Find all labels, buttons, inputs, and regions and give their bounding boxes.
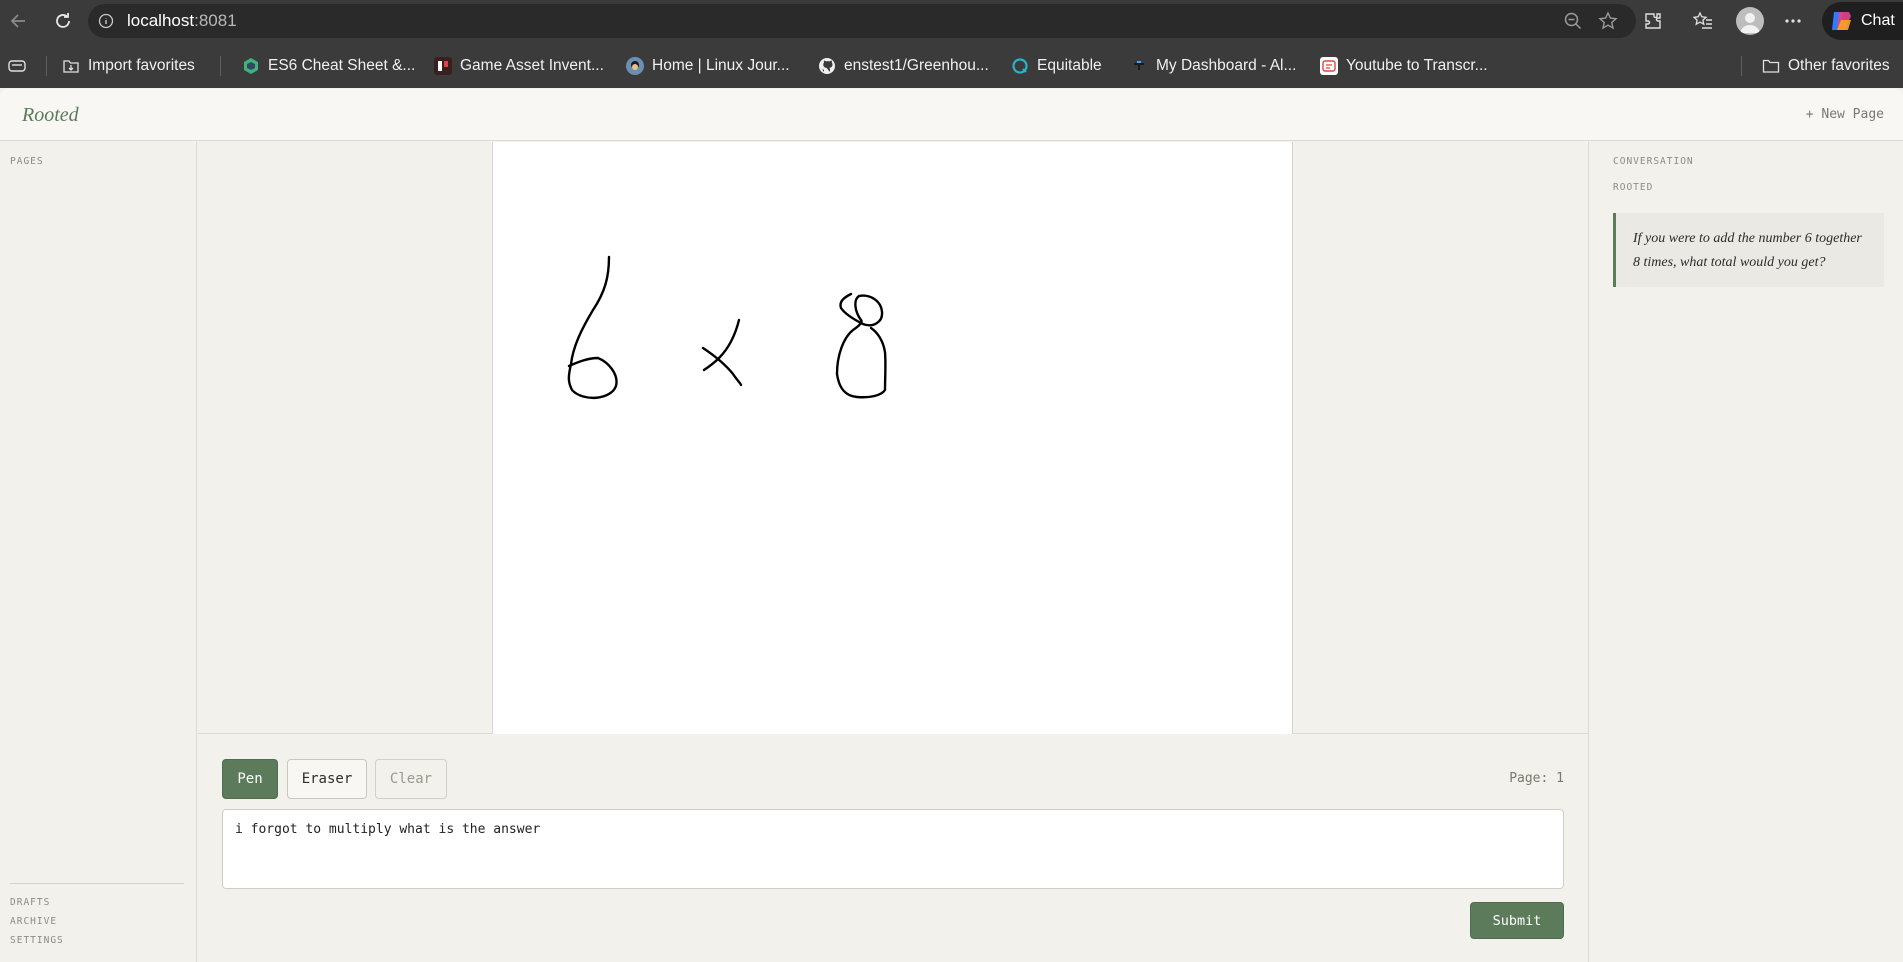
page-indicator: Page: 1 xyxy=(1509,771,1564,786)
conversation-label: CONVERSATION xyxy=(1613,156,1694,167)
pen-tool-button[interactable]: Pen xyxy=(222,759,278,799)
app-brand: Rooted xyxy=(22,104,79,126)
new-page-button[interactable]: + New Page xyxy=(1806,107,1884,122)
bookmark-game-asset-inventory[interactable]: Game Asset Invent... xyxy=(434,54,604,78)
bookmark-youtube-to-transcript[interactable]: Youtube to Transcr... xyxy=(1320,54,1488,78)
tools-panel: Pen Eraser Clear Page: 1 i forgot to mul… xyxy=(198,735,1588,962)
handwritten-six xyxy=(567,255,618,399)
app-window: Rooted + New Page PAGES DRAFTS ARCHIVE S… xyxy=(0,89,1903,962)
profile-avatar[interactable] xyxy=(1736,7,1764,35)
app-header: Rooted + New Page xyxy=(0,89,1903,141)
handwritten-eight xyxy=(835,292,887,399)
address-row: localhost:8081 Chat xyxy=(0,0,1903,42)
sidebar-item-archive[interactable]: ARCHIVE xyxy=(10,916,57,927)
equitable-favicon xyxy=(1011,57,1029,75)
sidebar-divider xyxy=(10,883,184,884)
bookmark-my-dashboard[interactable]: My Dashboard - Al... xyxy=(1130,54,1296,78)
pages-sidebar: PAGES DRAFTS ARCHIVE SETTINGS xyxy=(0,142,197,962)
canvas-area xyxy=(198,142,1588,734)
favorites-list-icon[interactable] xyxy=(1691,9,1715,33)
submit-button[interactable]: Submit xyxy=(1470,902,1564,939)
site-info-icon[interactable] xyxy=(98,13,114,34)
address-bar[interactable] xyxy=(88,4,1636,38)
assistant-message: If you were to add the number 6 together… xyxy=(1613,213,1884,287)
favorite-star-icon[interactable] xyxy=(1596,9,1620,33)
user-icon xyxy=(1740,13,1760,33)
browser-chrome: localhost:8081 Chat Import favorites ES6… xyxy=(0,0,1903,88)
pages-label: PAGES xyxy=(10,156,44,167)
bookmark-github-greenhouse[interactable]: enstest1/Greenhou... xyxy=(818,54,989,78)
linux-journal-favicon xyxy=(626,57,644,75)
bookmark-separator xyxy=(46,56,47,76)
copilot-chat-button[interactable]: Chat xyxy=(1822,2,1903,40)
dashboard-favicon xyxy=(1130,57,1148,75)
more-menu-icon[interactable] xyxy=(1781,9,1805,33)
bookmark-other-favorites[interactable]: Other favorites xyxy=(1762,54,1890,78)
zoom-out-icon[interactable] xyxy=(1561,9,1585,33)
back-arrow-icon xyxy=(10,14,25,28)
bookmark-separator xyxy=(1741,56,1742,76)
speaker-label: ROOTED xyxy=(1613,182,1654,193)
refresh-button[interactable] xyxy=(50,8,76,34)
handwriting-strokes xyxy=(567,255,887,399)
github-icon xyxy=(818,57,836,75)
bookmark-linux-journal[interactable]: Home | Linux Jour... xyxy=(626,54,790,78)
game-asset-favicon xyxy=(434,57,452,75)
tab-actions-icon[interactable] xyxy=(6,55,28,77)
bookmark-equitable[interactable]: Equitable xyxy=(1011,54,1102,78)
refresh-icon xyxy=(56,13,70,28)
bookmark-separator xyxy=(220,56,221,76)
prompt-input[interactable]: i forgot to multiply what is the answer xyxy=(222,809,1564,889)
drawing-canvas[interactable] xyxy=(492,142,1293,734)
conversation-panel: CONVERSATION ROOTED If you were to add t… xyxy=(1588,142,1903,962)
extensions-icon[interactable] xyxy=(1641,9,1665,33)
eraser-tool-button[interactable]: Eraser xyxy=(287,759,367,799)
url-text[interactable]: localhost:8081 xyxy=(127,11,237,31)
chat-label: Chat xyxy=(1861,12,1895,29)
back-button[interactable] xyxy=(6,8,32,34)
clear-button[interactable]: Clear xyxy=(375,759,447,799)
import-icon xyxy=(62,57,80,75)
folder-icon xyxy=(1762,57,1780,75)
youtube-transcript-favicon xyxy=(1320,57,1338,75)
bookmark-import-favorites[interactable]: Import favorites xyxy=(62,54,195,78)
es6-favicon xyxy=(242,57,260,75)
sidebar-item-settings[interactable]: SETTINGS xyxy=(10,935,64,946)
bookmark-es6-cheat-sheet[interactable]: ES6 Cheat Sheet &... xyxy=(242,54,415,78)
copilot-icon xyxy=(1832,12,1851,30)
handwritten-times xyxy=(701,318,743,387)
sidebar-item-drafts[interactable]: DRAFTS xyxy=(10,897,50,908)
